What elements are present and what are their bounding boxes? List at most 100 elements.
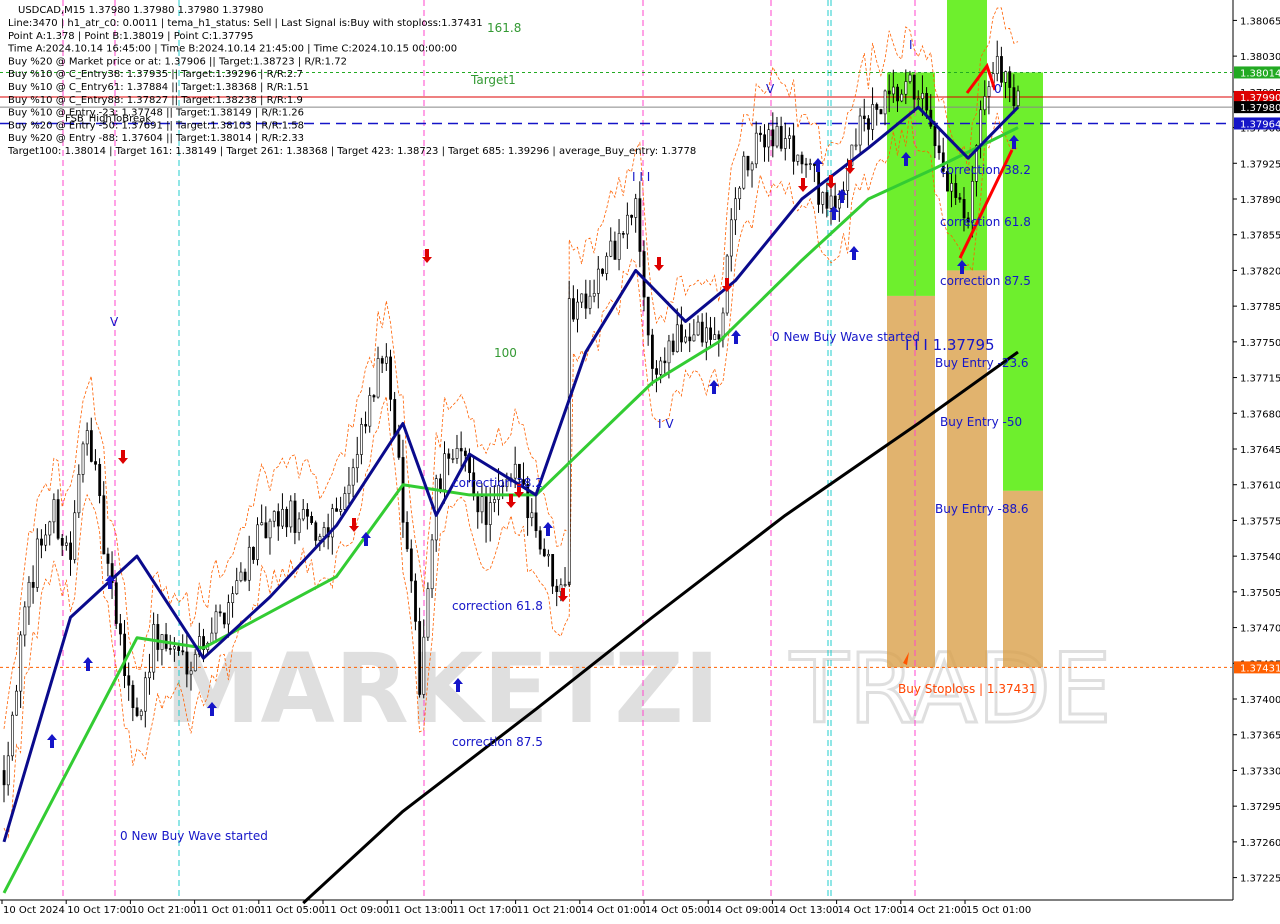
candle-body <box>912 74 916 100</box>
candle-body <box>887 90 891 95</box>
info-line: Buy %10 @ C_Entry61: 1.37884 || Target:1… <box>8 82 309 93</box>
candle-body <box>555 585 559 592</box>
wave-iv-label: I V <box>658 417 674 431</box>
candle-body <box>98 464 102 496</box>
candle-body <box>875 104 879 110</box>
price-tick-label: 1.37330 <box>1240 766 1280 777</box>
time-tick-label: 11 Oct 05:00 <box>260 905 325 916</box>
price-tick-label: 1.37610 <box>1240 481 1280 492</box>
candle-body <box>227 602 230 625</box>
candle-body <box>268 520 272 539</box>
candle-body <box>634 198 638 218</box>
new-wave-label-b: 0 New Buy Wave started <box>772 330 920 344</box>
candle-body <box>588 295 592 309</box>
candle-body <box>1008 71 1012 88</box>
candle-body <box>418 621 422 695</box>
candle-body <box>322 527 326 537</box>
candle-body <box>921 93 924 99</box>
candle-body <box>767 129 771 148</box>
candle-body <box>393 399 397 436</box>
candle-body <box>135 707 139 716</box>
candle-body <box>655 368 658 375</box>
candle-body <box>692 334 696 342</box>
candle-body <box>734 198 737 221</box>
candle-body <box>621 233 625 235</box>
buy-arrow-icon <box>83 657 93 671</box>
candle-body <box>1000 56 1003 83</box>
candle-body <box>626 214 629 235</box>
correction-618-label-a: correction 61.8 <box>452 599 543 613</box>
price-badge-label: 1.37980 <box>1240 103 1280 114</box>
candle-body <box>750 163 754 171</box>
candle-body <box>659 360 663 375</box>
time-tick-label: 10 Oct 17:00 <box>67 905 132 916</box>
price-tick-label: 1.37680 <box>1240 409 1280 420</box>
symbol-line: USDCAD,M15 1.37980 1.37980 1.37980 1.379… <box>18 5 264 16</box>
ema-mid-line <box>2 126 1019 894</box>
price-axis[interactable]: 1.380651.380301.379951.379601.379251.378… <box>1232 0 1280 900</box>
candle-body <box>455 448 459 459</box>
info-line: Target100: 1.38014 | Target 161: 1.38149… <box>7 146 696 157</box>
candle-body <box>950 183 954 192</box>
candle-body <box>663 360 667 364</box>
candle-body <box>185 651 189 675</box>
time-tick-label: 10 Oct 2024 <box>3 905 65 916</box>
price-tick-label: 1.37715 <box>1240 374 1280 385</box>
chart-canvas[interactable]: MARKETZI TRADE FSB_HighToBreak 161.8 100… <box>0 0 1280 920</box>
candle-body <box>580 293 584 303</box>
trading-chart[interactable]: MARKETZI TRADE FSB_HighToBreak 161.8 100… <box>0 0 1280 920</box>
time-tick-label: 11 Oct 09:00 <box>324 905 389 916</box>
candle-body <box>281 508 284 527</box>
candle-body <box>638 198 642 252</box>
candle-body <box>318 536 322 541</box>
candle-body <box>131 684 135 709</box>
candle-body <box>680 324 683 343</box>
price-tick-label: 1.38030 <box>1240 52 1280 63</box>
level-161-label: 161.8 <box>487 21 521 35</box>
candle-body <box>414 580 417 622</box>
candle-body <box>493 499 496 503</box>
candle-body <box>401 457 405 523</box>
time-axis[interactable]: 10 Oct 2024 10 Oct 17:0010 Oct 21:0011 Oc… <box>0 899 1233 916</box>
candle-body <box>783 138 787 149</box>
candle-body <box>123 633 127 676</box>
candle-body <box>35 538 39 588</box>
new-wave-label-a: 0 New Buy Wave started <box>120 829 268 843</box>
time-tick-label: 11 Oct 17:00 <box>452 905 517 916</box>
buy-entry-236-label: Buy Entry -23.6 <box>935 356 1029 370</box>
candle-body <box>19 634 23 692</box>
candle-body <box>804 163 808 166</box>
price-tick-label: 1.37225 <box>1240 874 1280 885</box>
candle-body <box>709 327 712 340</box>
correction-618-label-b: correction 61.8 <box>940 215 1031 229</box>
candle-body <box>11 714 14 757</box>
sell-arrow-icon <box>558 588 568 602</box>
candle-body <box>409 548 413 582</box>
candle-body <box>285 508 289 528</box>
candle-body <box>368 395 372 427</box>
candle-body <box>538 530 542 550</box>
candle-body <box>592 293 596 297</box>
candle-body <box>572 298 575 320</box>
candle-body <box>40 538 43 546</box>
candle-body <box>152 624 156 673</box>
candle-body <box>908 74 912 82</box>
candle-body <box>143 677 147 712</box>
candle-body <box>630 214 634 218</box>
candle-body <box>800 154 804 165</box>
candle-body <box>933 126 937 147</box>
info-line: Buy %20 @ Entry -50: 1.37691 || Target:1… <box>8 120 304 131</box>
candle-body <box>759 132 762 136</box>
candle-body <box>247 546 251 581</box>
info-line: Point A:1.378 | Point B:1.38019 | Point … <box>8 31 253 42</box>
candle-body <box>335 508 338 512</box>
price-tick-label: 1.37365 <box>1240 731 1280 742</box>
candle-body <box>480 496 484 513</box>
candle-body <box>713 334 717 340</box>
candle-body <box>738 187 742 200</box>
candle-body <box>854 144 858 147</box>
candle-body <box>979 109 983 146</box>
candle-body <box>563 584 567 586</box>
buy-entry-886-label: Buy Entry -88.6 <box>935 502 1029 516</box>
candle-body <box>983 96 987 111</box>
